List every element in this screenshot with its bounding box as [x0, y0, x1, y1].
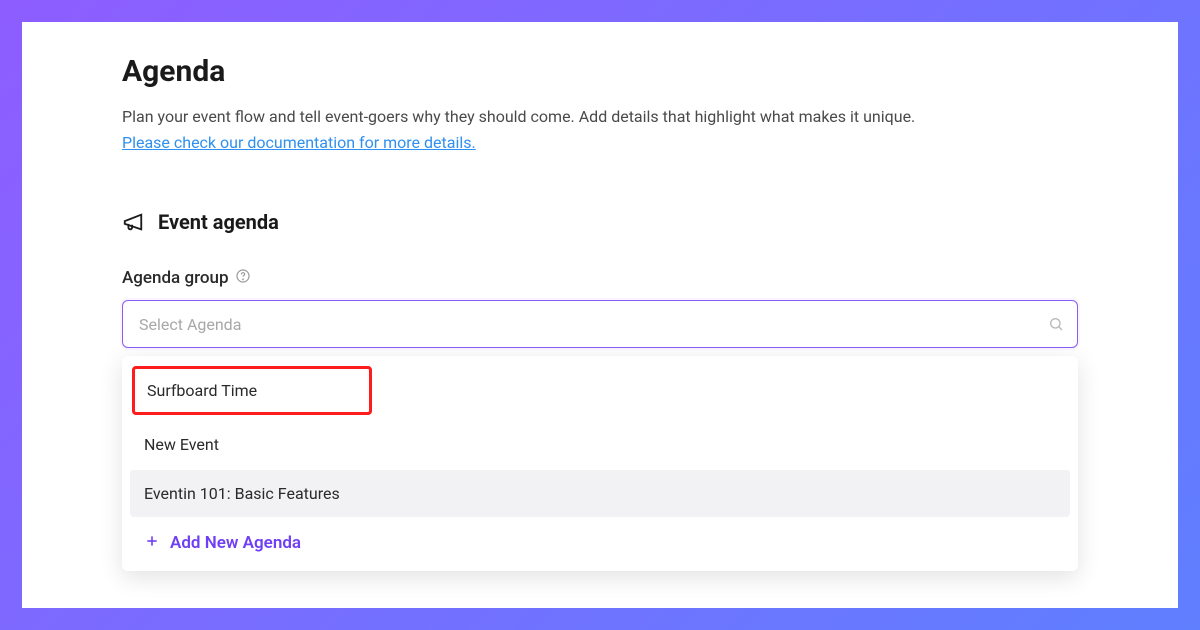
search-icon	[1048, 316, 1064, 332]
field-label-row: Agenda group	[122, 268, 1078, 288]
agenda-group-label: Agenda group	[122, 268, 229, 288]
section-header: Event agenda	[122, 210, 1078, 234]
section-title: Event agenda	[158, 210, 279, 234]
page-title: Agenda	[122, 54, 1078, 89]
agenda-panel: Agenda Plan your event flow and tell eve…	[22, 22, 1178, 608]
agenda-select-placeholder: Select Agenda	[139, 315, 241, 334]
megaphone-icon	[122, 211, 144, 233]
add-new-agenda-label: Add New Agenda	[170, 533, 301, 553]
dropdown-option[interactable]: Surfboard Time	[132, 366, 372, 415]
agenda-select-wrapper: Select Agenda	[122, 300, 1078, 348]
documentation-link[interactable]: Please check our documentation for more …	[122, 133, 476, 152]
help-icon[interactable]	[235, 268, 251, 288]
page-description: Plan your event flow and tell event-goer…	[122, 105, 1078, 129]
plus-icon	[144, 533, 160, 553]
agenda-dropdown: Surfboard Time New Event Eventin 101: Ba…	[122, 356, 1078, 571]
dropdown-option[interactable]: Eventin 101: Basic Features	[130, 470, 1070, 517]
agenda-select-input[interactable]: Select Agenda	[122, 300, 1078, 348]
dropdown-option[interactable]: New Event	[130, 421, 1070, 468]
add-new-agenda-button[interactable]: Add New Agenda	[130, 519, 1070, 559]
